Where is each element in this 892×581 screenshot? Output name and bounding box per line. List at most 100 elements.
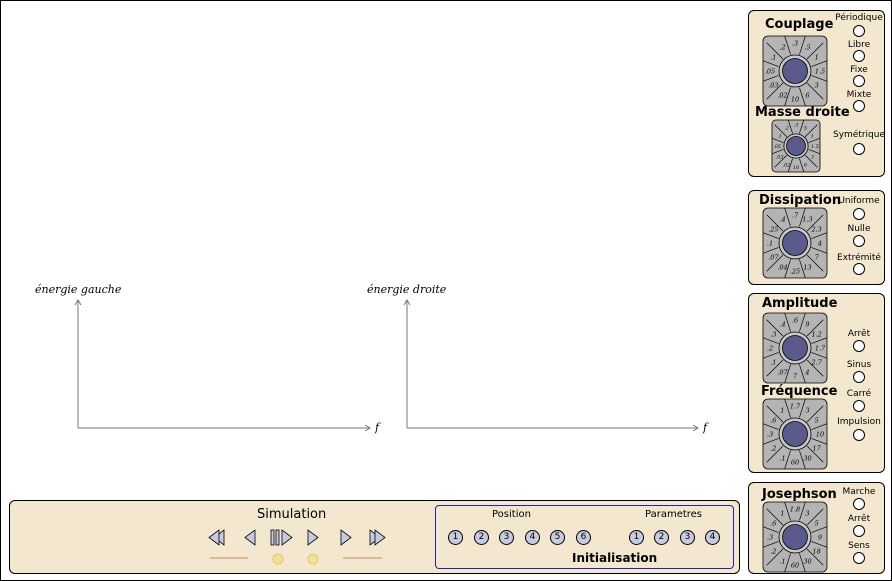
symetrique-label: Symétrique xyxy=(832,130,886,140)
josephson-arret-radio[interactable] xyxy=(853,525,865,537)
knob-center xyxy=(782,230,808,256)
position-label: Position xyxy=(492,509,531,520)
initialisation-box: Position Parametres 1 2 3 4 5 6 1 2 3 4 … xyxy=(435,505,734,569)
dissipation-knob[interactable]: 1.32.34713.25.04.07.1.25.4.7 xyxy=(762,207,828,279)
knob-tick-label: 5 xyxy=(804,126,807,132)
graphs-svg xyxy=(74,299,699,432)
amplitude-panel: Amplitude 9 1.2 1.7 2.7 4 7.07.1.2.3.4.6 Fréq… xyxy=(748,293,885,473)
knob-tick-label: 1.3 xyxy=(802,215,812,223)
knob-tick-label: 2.7 xyxy=(810,359,822,367)
sinus-radio[interactable] xyxy=(853,371,865,383)
position-2-button[interactable]: 2 xyxy=(474,530,489,545)
playback-controls xyxy=(208,529,386,565)
josephson-panel: Josephson 3 5 9 18 30 60 .1.2 .3 .6 1 1.8 Marche A… xyxy=(748,482,885,574)
nulle-radio[interactable] xyxy=(853,235,865,247)
knob-tick-label: 1 xyxy=(811,133,814,139)
knob-center xyxy=(782,524,808,550)
knob-center xyxy=(782,335,808,361)
knob-tick-label: .3 xyxy=(767,431,773,439)
parametres-4-button[interactable]: 4 xyxy=(705,530,720,545)
knob-tick-label: 4 xyxy=(804,369,809,377)
knob-tick-label: 1.2 xyxy=(811,331,821,339)
left-graph-axes xyxy=(74,299,371,432)
josephson-knob[interactable]: 35 9 1830 60 .1.2 .3 .6 1 1.8 xyxy=(762,501,828,573)
knob-tick-label: 5 xyxy=(815,417,819,425)
parametres-1-button[interactable]: 1 xyxy=(629,530,644,545)
knob-tick-label: 3 xyxy=(805,406,809,414)
parametres-3-button[interactable]: 3 xyxy=(680,530,695,545)
knob-tick-label: .2 xyxy=(770,445,776,453)
couplage-knob[interactable]: .5 1 1.5 36 10 .02 .03 .05 .1.2 .3 xyxy=(762,35,828,107)
masse-droite-knob[interactable]: 51 1.5 36 10.02.03 .05 .1.2 .3 xyxy=(771,119,821,173)
marche-label: Marche xyxy=(842,487,876,497)
knob-tick-label: 3 xyxy=(811,155,814,161)
arret-radio[interactable] xyxy=(853,340,865,352)
position-4-button[interactable]: 4 xyxy=(525,530,540,545)
couplage-panel: Couplage .5 1 1.5 3 6 10.02.03.05.1.2.3 Masse… xyxy=(748,10,885,177)
knob-tick-label: .1 xyxy=(779,455,785,463)
knob-tick-label: .05 xyxy=(773,144,781,150)
knob-center xyxy=(786,136,806,156)
parametres-2-button[interactable]: 2 xyxy=(654,530,669,545)
knob-tick-label: .7 xyxy=(792,212,799,220)
extremite-radio[interactable] xyxy=(853,263,865,275)
fast-rewind-button[interactable] xyxy=(208,529,225,546)
knob-tick-label: .4 xyxy=(779,215,785,223)
knob-tick-label: .07 xyxy=(768,254,779,262)
play-button[interactable] xyxy=(307,529,319,546)
speed-indicator-1[interactable] xyxy=(272,553,284,565)
knob-tick-label: .02 xyxy=(783,162,791,168)
position-1-button[interactable]: 1 xyxy=(448,530,463,545)
position-3-button[interactable]: 3 xyxy=(499,530,514,545)
knob-tick-label: .2 xyxy=(767,345,773,353)
forward-button[interactable] xyxy=(340,529,352,546)
impulsion-radio[interactable] xyxy=(853,429,865,441)
left-graph-ylabel: énergie gauche xyxy=(35,283,122,296)
knob-tick-label: .2 xyxy=(779,43,785,51)
knob-tick-label: 1.5 xyxy=(811,144,819,150)
marche-radio[interactable] xyxy=(853,498,865,510)
position-5-button[interactable]: 5 xyxy=(550,530,565,545)
knob-tick-label: .3 xyxy=(767,534,773,542)
right-graph-ylabel: énergie droite xyxy=(367,283,447,296)
knob-tick-label: 30 xyxy=(803,558,811,566)
knob-tick-label: .04 xyxy=(777,264,787,272)
pause-step-button[interactable] xyxy=(270,529,293,546)
knob-tick-label: 3 xyxy=(815,82,819,90)
dissipation-panel: Dissipation 1.3 2.3 4 7 13.25.04.07.1.25.4.7… xyxy=(748,190,885,285)
symetrique-radio[interactable] xyxy=(853,143,865,155)
speed-indicator-2[interactable] xyxy=(307,553,319,565)
knob-tick-label: .3 xyxy=(770,331,776,339)
knob-tick-label: 30 xyxy=(803,455,811,463)
mixte-radio[interactable] xyxy=(853,100,865,112)
frequence-knob[interactable]: 35 10 1730 60 .1.2 .3 .6 1 1.7 xyxy=(762,398,828,470)
fixe-radio[interactable] xyxy=(853,75,865,87)
knob-tick-label: .5 xyxy=(804,43,810,51)
masse-droite-title: Masse droite xyxy=(755,105,850,120)
knob-tick-label: .1 xyxy=(770,54,776,62)
uniforme-radio[interactable] xyxy=(853,208,865,220)
sens-radio[interactable] xyxy=(853,552,865,564)
knob-tick-label: .1 xyxy=(767,240,773,248)
periodique-radio[interactable] xyxy=(853,25,865,37)
fast-forward-button[interactable] xyxy=(369,529,386,546)
knob-tick-label: 1 xyxy=(780,509,784,517)
parametres-label: Parametres xyxy=(645,509,703,520)
couplage-title: Couplage xyxy=(765,17,834,32)
josephson-title: Josephson xyxy=(762,487,837,502)
knob-tick-label: .6 xyxy=(770,520,776,528)
rewind-button[interactable] xyxy=(244,529,256,546)
mixte-label: Mixte xyxy=(846,90,872,100)
knob-tick-label: .6 xyxy=(792,317,798,325)
knob-tick-label: 1.8 xyxy=(790,506,800,514)
amplitude-knob[interactable]: 91.21.72.747.07.1.2.3.4.6 xyxy=(762,312,828,384)
knob-tick-label: .1 xyxy=(770,359,776,367)
knob-tick-label: .02 xyxy=(777,92,787,100)
fixe-label: Fixe xyxy=(850,65,868,75)
libre-radio[interactable] xyxy=(853,50,865,62)
carre-radio[interactable] xyxy=(853,400,865,412)
position-6-button[interactable]: 6 xyxy=(576,530,591,545)
knob-tick-label: .25 xyxy=(768,226,778,234)
knob-tick-label: 10 xyxy=(791,96,799,104)
knob-tick-label: .4 xyxy=(779,320,785,328)
